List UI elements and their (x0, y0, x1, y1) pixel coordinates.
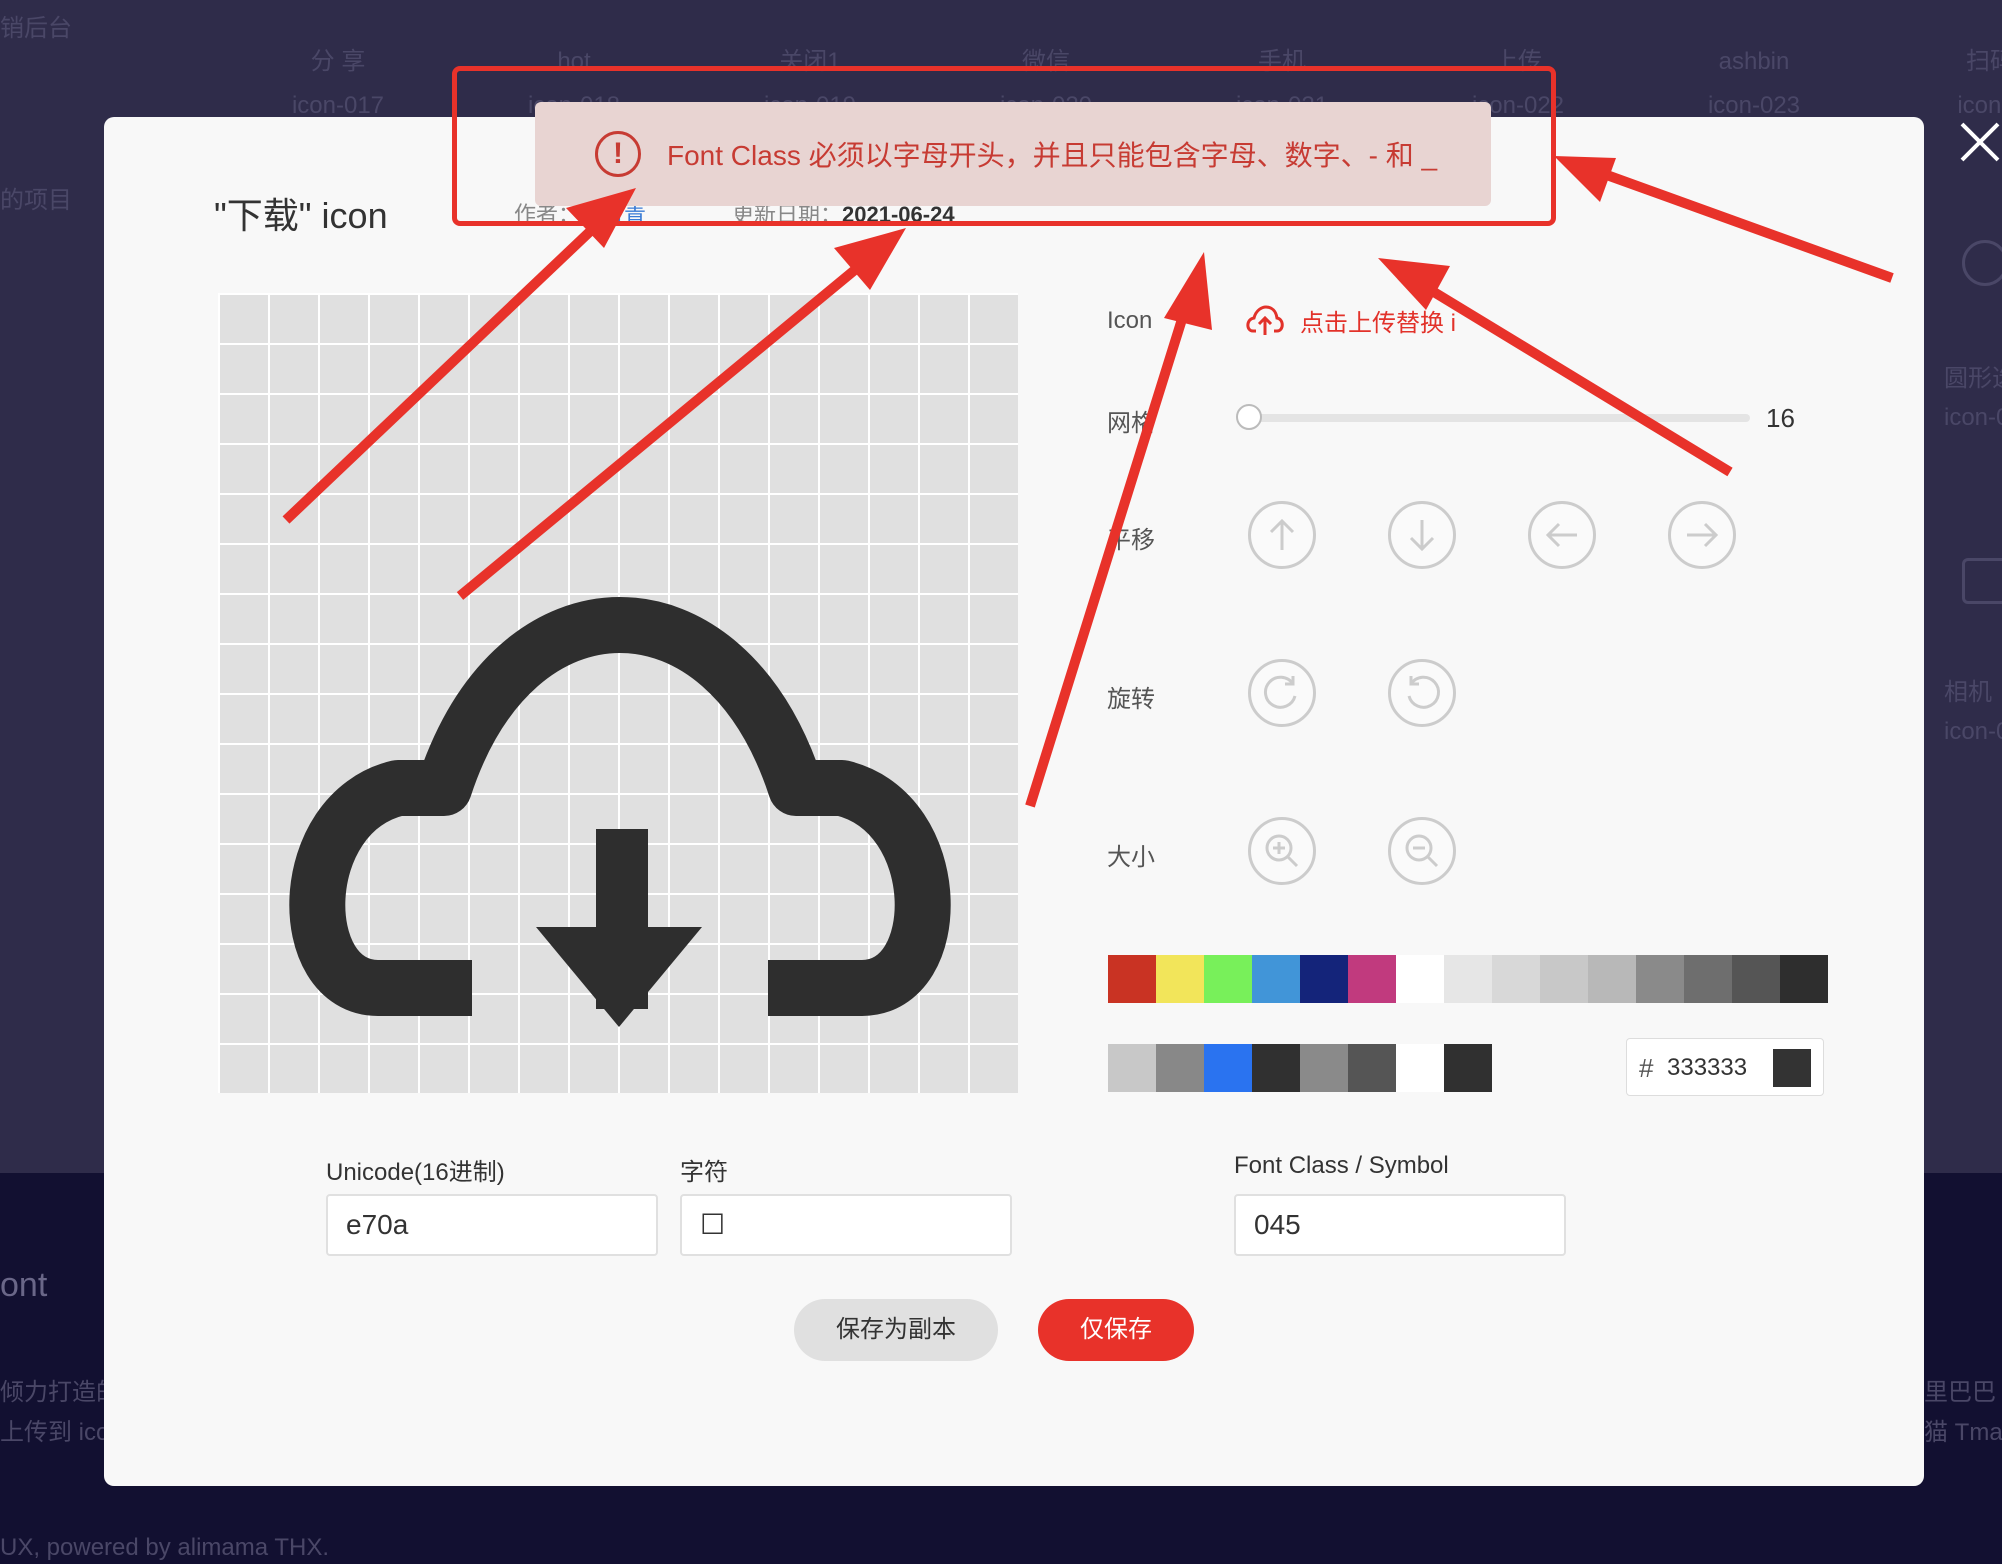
annotation-arrow (1025, 252, 1212, 808)
annotation-arrow (456, 228, 906, 600)
annotation-arrow (282, 188, 636, 524)
annotation-arrow (1378, 258, 1733, 477)
annotation-arrows (282, 156, 1894, 808)
annotation-arrow (1554, 156, 1894, 283)
